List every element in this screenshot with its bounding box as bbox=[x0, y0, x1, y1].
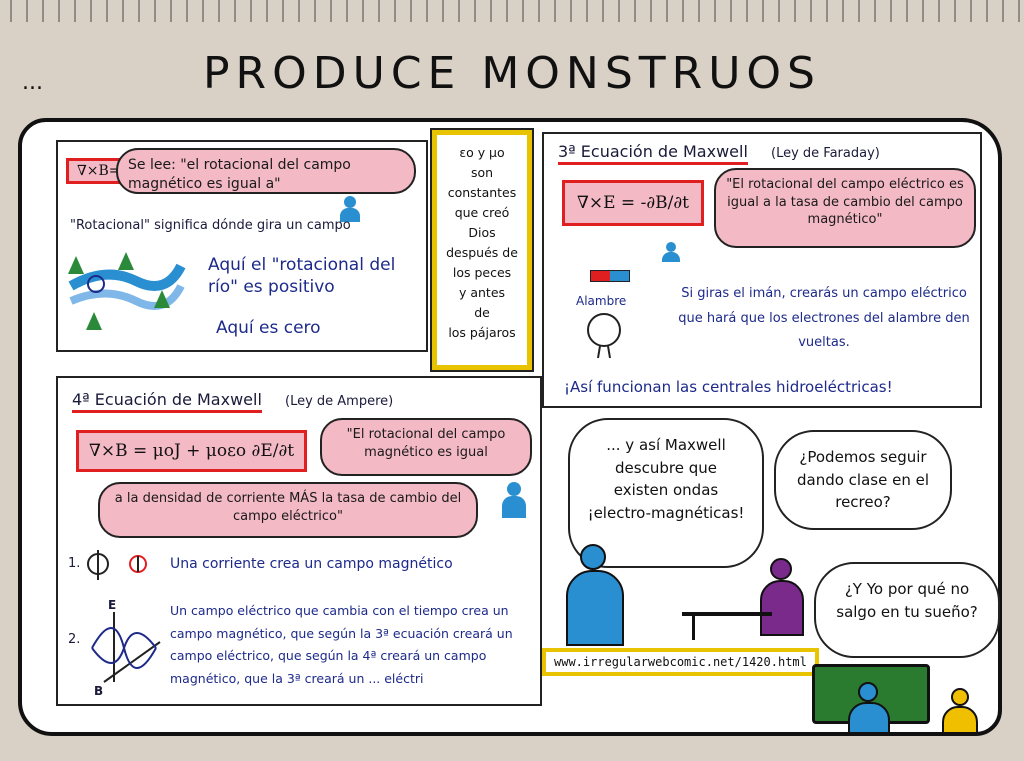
faraday-explanation: Si giras el imán, crearás un campo eléct… bbox=[678, 286, 970, 351]
ampere-title: 4ª Ecuación de Maxwell bbox=[72, 390, 262, 413]
faraday-equation: ∇×E = -∂B/∂t bbox=[562, 180, 704, 226]
rotational-definition: "Rotacional" significa dónde gira un cam… bbox=[70, 218, 351, 233]
note-line: constantes bbox=[447, 185, 517, 200]
faraday-title: 3ª Ecuación de Maxwell bbox=[558, 142, 748, 165]
note-line: los peces bbox=[452, 265, 512, 280]
read-as-bubble: Se lee: "el rotacional del campo magnéti… bbox=[116, 148, 416, 194]
ampere-subtitle: (Ley de Ampere) bbox=[285, 394, 394, 409]
wire-label: Alambre bbox=[576, 294, 627, 308]
magnet-icon bbox=[590, 270, 630, 282]
note-line: de bbox=[474, 305, 490, 320]
comic-page: ∇×B= Se lee: "el rotacional del campo ma… bbox=[18, 118, 1002, 736]
constants-note: εo y μo son constantes que creó Dios des… bbox=[430, 128, 534, 372]
note-line: y antes bbox=[458, 285, 506, 300]
student-bubble: ¿Podemos seguir dando clase en el recreo… bbox=[774, 430, 952, 530]
note-line: los pájaros bbox=[448, 325, 516, 340]
river-zero-label: Aquí es cero bbox=[216, 318, 321, 338]
item-1-number: 1. bbox=[68, 556, 81, 571]
axis-b-label: B bbox=[94, 684, 104, 698]
desk-leg bbox=[692, 616, 695, 640]
em-wave-icon bbox=[91, 612, 161, 683]
comic-url[interactable]: www.irregularwebcomic.net/1420.html bbox=[542, 648, 819, 676]
faraday-bubble: "El rotacional del campo eléctrico es ig… bbox=[714, 168, 976, 248]
faraday-heading: 3ª Ecuación de Maxwell (Ley de Faraday) bbox=[558, 142, 880, 165]
spiral-binding bbox=[0, 0, 1024, 22]
kid-bubble: ¿Y Yo por qué no salgo en tu sueño? bbox=[814, 562, 1000, 658]
page-title: PRODUCE MONSTRUOS bbox=[203, 48, 821, 99]
panel-ampere: 4ª Ecuación de Maxwell (Ley de Ampere) ∇… bbox=[56, 376, 542, 706]
panel-classroom: ... y así Maxwell descubre que existen o… bbox=[542, 412, 1002, 732]
school-desk bbox=[682, 612, 772, 616]
current-field-icon bbox=[87, 550, 147, 580]
item-2-number: 2. bbox=[68, 632, 81, 647]
ampere-bubble-top: "El rotacional del campo magnético es ig… bbox=[320, 418, 532, 476]
faraday-conclusion: ¡Así funcionan las centrales hidroeléctr… bbox=[564, 378, 893, 396]
note-line: después de bbox=[446, 245, 518, 260]
note-line: εo y μo bbox=[459, 145, 505, 160]
ampere-equation: ∇×B = μoJ + μoεo ∂E/∂t bbox=[76, 430, 308, 472]
river-positive-label: Aquí el "rotacional del río" es positivo bbox=[208, 255, 396, 298]
note-line: que creó bbox=[454, 205, 510, 220]
note-line: Dios bbox=[468, 225, 496, 240]
ampere-bubble-bottom: a la densidad de corriente MÁS la tasa d… bbox=[98, 482, 478, 538]
river-drawing bbox=[68, 252, 186, 330]
panel-faraday: 3ª Ecuación de Maxwell (Ley de Faraday) … bbox=[542, 132, 982, 408]
item-2-text: Un campo eléctrico que cambia con el tie… bbox=[170, 603, 513, 686]
ampere-heading: 4ª Ecuación de Maxwell (Ley de Ampere) bbox=[72, 390, 394, 413]
item-1-text: Una corriente crea un campo magnético bbox=[170, 556, 453, 572]
faraday-subtitle: (Ley de Faraday) bbox=[771, 146, 880, 161]
axis-e-label: E bbox=[108, 598, 117, 612]
panel-rotational: ∇×B= Se lee: "el rotacional del campo ma… bbox=[56, 140, 428, 352]
wire-loop-icon bbox=[587, 313, 621, 359]
note-line: son bbox=[470, 165, 494, 180]
